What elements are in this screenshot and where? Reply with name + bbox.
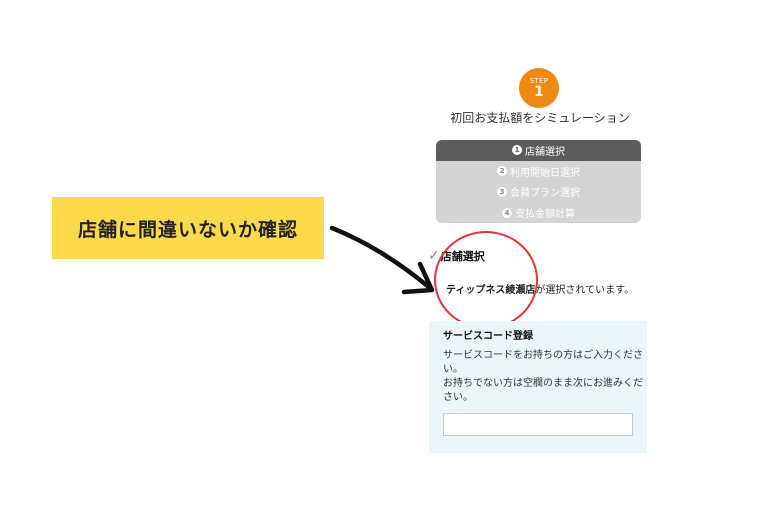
step-item-label: 支払金額計算 <box>515 209 575 221</box>
page-title: 初回お支払額をシミュレーション <box>450 111 630 125</box>
step-item-store: 1 店舗選択 <box>436 140 641 161</box>
step-item-payment: 4 支払金額計算 <box>436 202 641 223</box>
service-code-panel: サービスコード登録 サービスコードをお持ちの方はご入力ください。 お持ちでない方… <box>429 321 647 453</box>
service-code-desc-line: サービスコードをお持ちの方はご入力ください。 <box>443 350 643 375</box>
step-number-badge: 2 <box>497 166 507 177</box>
selected-suffix: が選択されています。 <box>535 285 635 296</box>
step-number-badge: 3 <box>497 186 507 197</box>
steps-progress-list: 1 店舗選択 2 利用開始日選択 3 会員プラン選択 4 支払金額計算 <box>436 140 641 223</box>
step-number-badge: 1 <box>512 145 522 156</box>
callout-text: 店舗に間違いないか確認 <box>77 218 298 241</box>
service-code-description: サービスコードをお持ちの方はご入力ください。 お持ちでない方は空欄のまま次にお進… <box>443 349 643 405</box>
step-item-label: 店舗選択 <box>525 146 565 158</box>
step-item-start-date: 2 利用開始日選択 <box>436 161 641 182</box>
step-number: 1 <box>534 83 544 100</box>
step-item-plan: 3 会員プラン選択 <box>436 182 641 203</box>
service-code-desc-line: お持ちでない方は空欄のまま次にお進みください。 <box>443 378 643 403</box>
service-code-title: サービスコード登録 <box>443 331 533 342</box>
step-item-label: 会員プラン選択 <box>510 188 580 200</box>
step-item-label: 利用開始日選択 <box>510 167 580 179</box>
annotation-callout: 店舗に間違いないか確認 <box>52 197 324 259</box>
step-indicator: STEP 1 <box>519 68 559 108</box>
step-number-badge: 4 <box>502 207 512 218</box>
service-code-input[interactable] <box>443 413 633 436</box>
highlight-circle <box>434 231 538 329</box>
